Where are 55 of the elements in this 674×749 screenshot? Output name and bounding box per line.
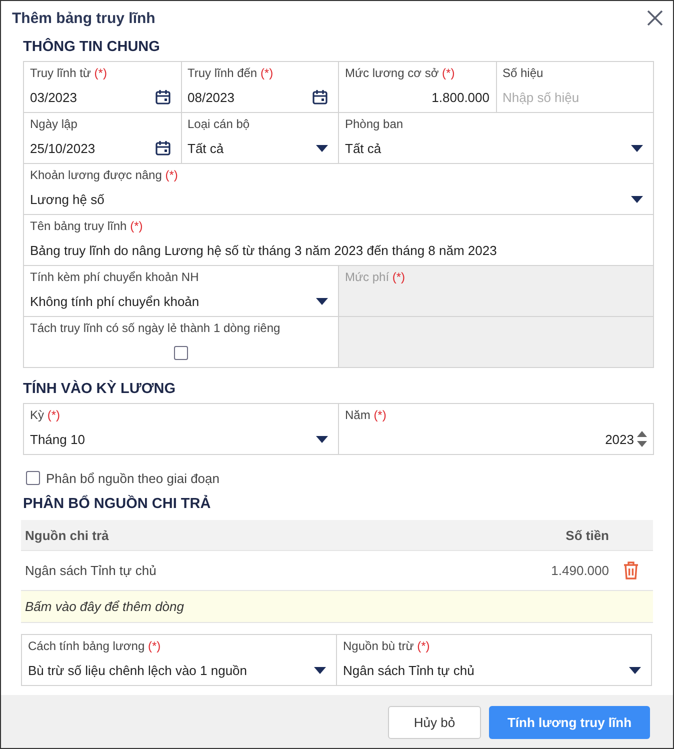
date-field[interactable]: 03/2023: [30, 87, 174, 107]
field-label: Năm (*): [345, 408, 388, 423]
field-label: Phòng ban: [345, 117, 404, 132]
field-label: Số hiệu: [502, 66, 544, 81]
field-label: Loại cán bộ: [188, 117, 251, 132]
caret-icon: [316, 436, 328, 442]
checkbox[interactable]: [26, 471, 40, 485]
field-label: Nguồn bù trừ (*): [343, 639, 431, 654]
add-row-link[interactable]: Bấm vào đây để thêm dòng: [21, 591, 653, 623]
field-label: Mức phí (*): [345, 270, 406, 285]
date-field[interactable]: 08/2023: [188, 87, 332, 107]
dropdown[interactable]: Bù trừ số liệu chênh lệch vào 1 nguồn: [28, 660, 330, 680]
section-heading: THÔNG TIN CHUNG: [23, 37, 161, 57]
section-heading: PHÂN BỔ NGUỒN CHI TRẢ: [23, 494, 212, 514]
checkbox-label: Phân bổ nguồn theo giai đoạn: [46, 470, 220, 486]
calendar-icon[interactable]: [154, 89, 170, 105]
input-field[interactable]: 1.800.000: [345, 87, 490, 107]
close-icon[interactable]: [647, 10, 663, 26]
spinner-icon[interactable]: [637, 430, 647, 448]
field-label: Tên bảng truy lĩnh (*): [30, 219, 144, 234]
dropdown[interactable]: Tất cả: [188, 138, 332, 158]
caret-icon: [314, 666, 326, 674]
dropdown[interactable]: Tháng 10: [30, 429, 332, 449]
trash-icon[interactable]: [623, 561, 639, 580]
table-cell-text: Ngân sách Tỉnh tự chủ: [24, 563, 158, 578]
field-label: Truy lĩnh từ (*): [30, 66, 108, 81]
table-cell-text: 1.490.000: [550, 563, 609, 578]
checkbox[interactable]: [174, 346, 188, 360]
calendar-icon[interactable]: [154, 140, 170, 156]
field-label: Ngày lập: [30, 117, 78, 132]
field-label: Cách tính bảng lương (*): [28, 639, 162, 654]
field-label: Truy lĩnh đến (*): [188, 66, 274, 81]
caret-icon: [631, 196, 643, 202]
input-field[interactable]: Bảng truy lĩnh do nâng Lương hệ số từ tháng 3 năm 2023 đến tháng 8 năm 2023: [30, 240, 647, 260]
field-label: Tính kèm phí chuyển khoản NH: [30, 270, 200, 285]
caret-icon: [316, 144, 328, 152]
field-label: Kỳ (*): [30, 408, 62, 423]
column-header: Nguồn chi trả: [24, 528, 110, 542]
dropdown[interactable]: Không tính phí chuyển khoản: [30, 291, 332, 311]
caret-icon: [316, 298, 328, 304]
field-label: Khoản lương được nâng (*): [30, 168, 179, 183]
date-field[interactable]: 25/10/2023: [30, 138, 174, 158]
caret-icon: [629, 666, 641, 674]
section-heading: TÍNH VÀO KỲ LƯƠNG: [23, 379, 176, 399]
calendar-icon[interactable]: [312, 89, 328, 105]
field-label: Tách truy lĩnh có số ngày lẻ thành 1 dòng riêng: [30, 321, 282, 336]
dialog-title: Thêm bảng truy lĩnh: [12, 10, 156, 26]
number-field[interactable]: 2023: [345, 429, 647, 449]
field-label: Mức lương cơ sở (*): [345, 66, 456, 81]
cancel-button[interactable]: Hủy bỏ: [388, 706, 481, 739]
dropdown[interactable]: Lương hệ số: [30, 189, 647, 209]
column-header: Số tiền: [564, 528, 609, 542]
caret-icon: [631, 144, 643, 152]
dropdown[interactable]: Ngân sách Tỉnh tự chủ: [343, 660, 645, 680]
dropdown[interactable]: Tất cả: [345, 138, 647, 158]
